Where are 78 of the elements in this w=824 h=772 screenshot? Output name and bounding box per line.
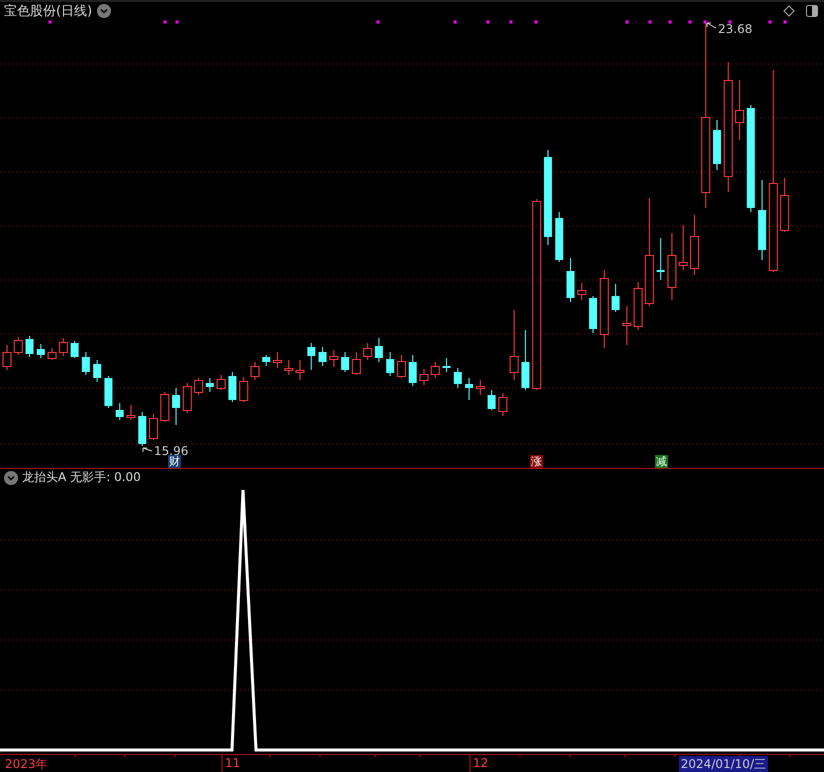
candlestick (634, 282, 643, 330)
candlestick (14, 336, 23, 356)
time-axis-label: 11 (225, 756, 240, 770)
candlestick (48, 348, 57, 360)
candlestick (442, 358, 451, 372)
candlestick (555, 212, 564, 262)
candlestick (476, 380, 485, 396)
current-date-label: 2024/01/10/三 (678, 756, 768, 772)
candlestick (93, 360, 102, 382)
candlestick (386, 352, 394, 376)
candlestick (667, 232, 676, 300)
event-marker: 涨 (530, 455, 543, 468)
candlestick (172, 388, 180, 426)
candlestick (36, 344, 45, 358)
candlestick (612, 284, 620, 312)
candlestick (194, 378, 204, 396)
candlestick (2, 344, 12, 370)
candlestick (566, 258, 574, 302)
chart-title: 宝色股份(日线) (4, 3, 92, 20)
candlestick (465, 378, 474, 400)
candlestick (589, 296, 598, 334)
candlestick (352, 352, 361, 376)
candlestick (521, 330, 530, 390)
candlestick (488, 390, 496, 410)
indicator-reading: 无影手: 0.00 (70, 469, 141, 486)
time-axis-label: 2023年 (5, 756, 48, 772)
high-price-label: 23.68 (718, 22, 752, 36)
candlestick (82, 352, 90, 376)
pointer-arrow-icon (142, 448, 152, 452)
candlestick (149, 414, 158, 440)
candlestick (262, 354, 270, 366)
candlestick (250, 362, 260, 380)
candlestick (239, 376, 248, 402)
candlestick (160, 392, 170, 422)
event-marker: 财 (168, 455, 181, 468)
indicator-name: 龙抬头A (22, 469, 66, 486)
candlestick (690, 214, 699, 276)
candlestick (228, 372, 236, 402)
candlestick (408, 354, 417, 386)
candlestick (374, 338, 383, 362)
candlestick (272, 352, 282, 368)
candlestick (510, 310, 519, 380)
candlestick (216, 374, 226, 390)
candlestick (420, 368, 428, 386)
pointer-arrow-icon (706, 22, 716, 28)
candlestick (329, 350, 338, 368)
candlestick (498, 392, 508, 416)
candlestick (206, 378, 214, 392)
candlestick (296, 360, 305, 380)
candlestick (713, 120, 721, 170)
candlestick (396, 354, 406, 378)
candlestick (678, 224, 688, 270)
candlestick (622, 306, 632, 346)
candlestick (454, 368, 462, 388)
candlestick (430, 362, 440, 378)
dropdown-icon[interactable] (4, 470, 18, 484)
candlestick (182, 382, 192, 414)
candlestick (577, 282, 586, 300)
candlestick (284, 360, 294, 376)
diamond-icon[interactable] (783, 5, 795, 17)
candlestick (656, 238, 665, 280)
candlestick (363, 342, 372, 360)
candlestick (70, 340, 79, 358)
candlestick (780, 178, 790, 232)
dropdown-icon[interactable] (97, 4, 112, 18)
candlestick (307, 342, 316, 370)
candlestick (58, 338, 68, 356)
candlestick (318, 346, 327, 366)
candlestick (138, 412, 146, 446)
event-marker: 减 (655, 455, 668, 468)
candlestick (341, 352, 350, 372)
candlestick (26, 336, 34, 358)
time-axis-label: 12 (473, 756, 488, 770)
panel-toggle-icon[interactable] (806, 5, 818, 17)
candlestick (104, 376, 112, 408)
candlestick (735, 80, 744, 140)
candlestick (116, 402, 124, 420)
candlestick (126, 404, 136, 420)
